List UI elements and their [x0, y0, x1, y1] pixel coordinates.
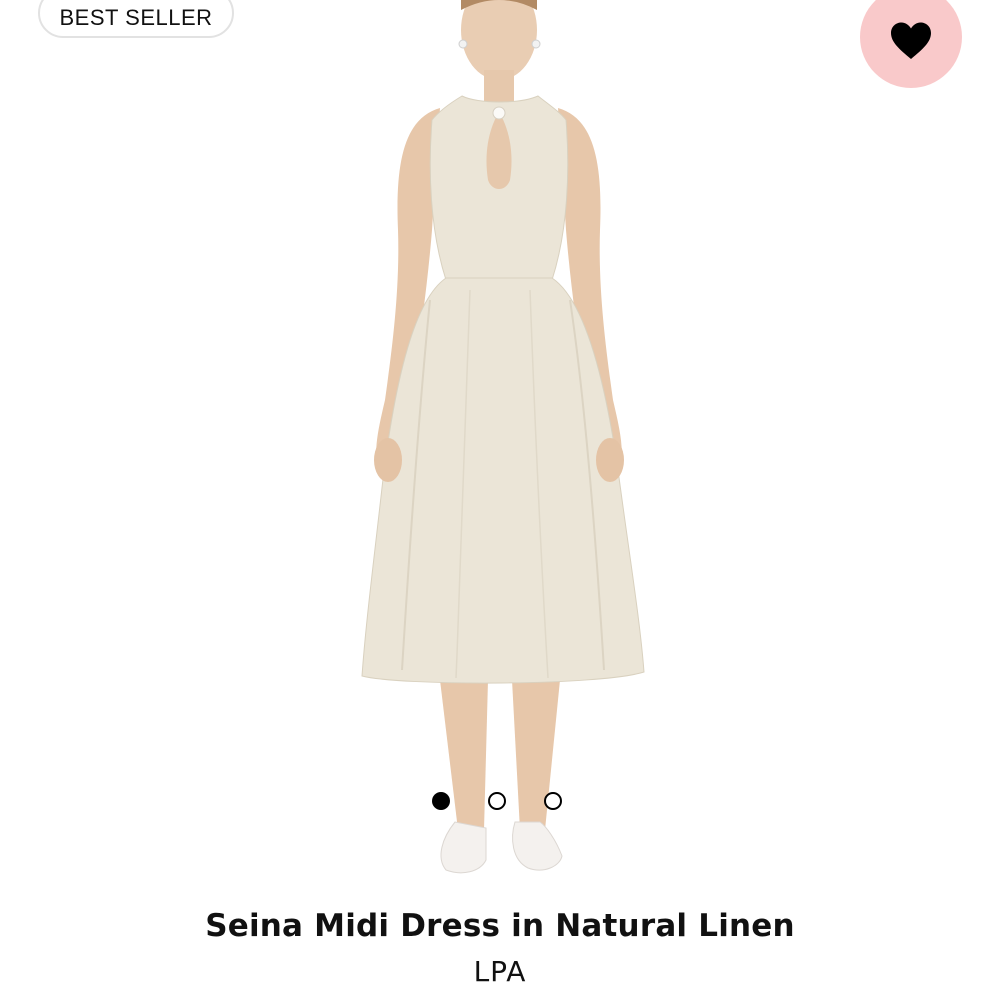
- product-brand[interactable]: LPA: [0, 955, 1000, 988]
- earring-right: [531, 39, 541, 49]
- dress-button: [492, 106, 506, 120]
- product-image[interactable]: [320, 0, 680, 900]
- earring-left: [458, 39, 468, 49]
- shoe-left: [440, 821, 487, 874]
- product-title: Seina Midi Dress in Natural Linen: [205, 908, 795, 944]
- model-head: [461, 0, 537, 80]
- product-detail-page: BEST SELLER Seina Midi Dress in Natural …: [0, 0, 1000, 1000]
- model-hand-left: [374, 438, 402, 482]
- model-neck: [484, 70, 514, 104]
- best-seller-badge: BEST SELLER: [38, 0, 234, 38]
- carousel-dot-3[interactable]: [544, 792, 562, 810]
- shoe-right: [512, 821, 563, 871]
- heart-icon: [891, 22, 931, 59]
- carousel-dot-2[interactable]: [488, 792, 506, 810]
- favorite-button[interactable]: [860, 0, 962, 88]
- carousel-dot-1[interactable]: [432, 792, 450, 810]
- model-hand-right: [596, 438, 624, 482]
- image-carousel-dots: [432, 792, 572, 812]
- best-seller-label: BEST SELLER: [59, 5, 213, 30]
